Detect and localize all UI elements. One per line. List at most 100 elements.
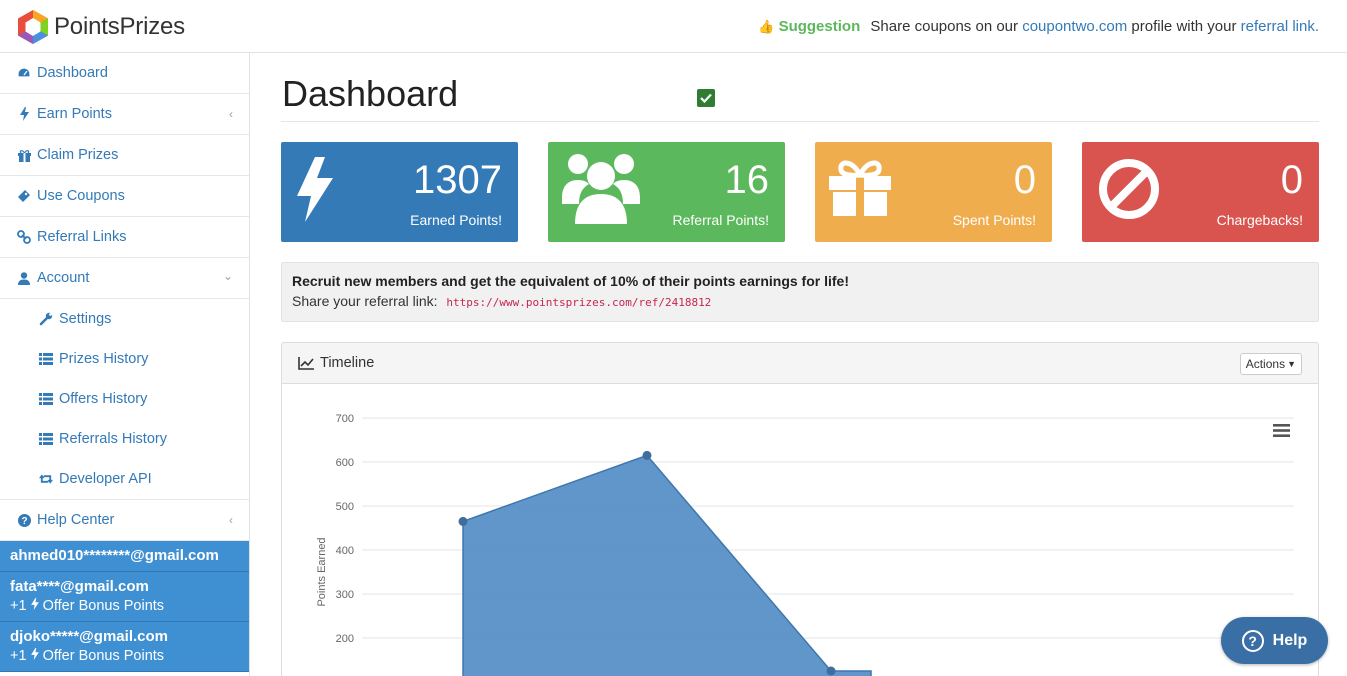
- users-icon: [562, 152, 640, 229]
- chart-menu-icon[interactable]: [1273, 424, 1290, 437]
- logo-hexagon-icon: [18, 10, 48, 44]
- sidebar-item-help-center[interactable]: ? Help Center ‹: [0, 500, 249, 541]
- stat-chargebacks[interactable]: 0 Chargebacks!: [1082, 142, 1319, 242]
- sidebar-item-claim-prizes[interactable]: Claim Prizes: [0, 135, 249, 176]
- sidebar-item-label: Claim Prizes: [37, 147, 119, 163]
- thumbs-up-icon: 👍: [758, 19, 775, 34]
- main-content: Dashboard 1307 Earned Points! 16 Referra…: [251, 53, 1347, 676]
- account-submenu: Settings Prizes History Offers History R…: [0, 299, 249, 500]
- referral-link-code[interactable]: https://www.pointsprizes.com/ref/2418812: [446, 296, 711, 309]
- stat-value: 0: [1280, 158, 1303, 202]
- actions-label: Actions: [1245, 357, 1286, 371]
- sidebar-item-referrals-history[interactable]: Referrals History: [0, 419, 249, 459]
- question-circle-icon: ?: [17, 513, 31, 527]
- wrench-icon: [39, 312, 53, 326]
- gift-icon: [829, 158, 891, 221]
- sidebar-item-use-coupons[interactable]: Use Coupons: [0, 176, 249, 217]
- page-title: Dashboard: [282, 73, 459, 114]
- list-icon: [39, 392, 53, 406]
- stat-label: Referral Points!: [672, 212, 769, 228]
- activity-detail: +1 Offer Bonus Points: [10, 598, 239, 614]
- activity-text: Offer Bonus Points: [42, 598, 165, 614]
- gift-icon: [17, 148, 31, 162]
- timeline-chart-svg: 200 300 400 500 600 700 Points Earned: [316, 413, 1294, 676]
- actions-dropdown[interactable]: Actions ▼: [1239, 353, 1302, 375]
- timeline-chart: 200 300 400 500 600 700 Points Earned: [282, 384, 1318, 676]
- link-icon: [17, 230, 31, 244]
- activity-points: +1: [10, 598, 27, 614]
- chevron-left-icon: ‹: [229, 107, 233, 121]
- recent-activity-feed: ahmed010********@gmail.com fata****@gmai…: [0, 541, 249, 672]
- sidebar-subitem-label: Referrals History: [59, 431, 167, 447]
- bolt-icon: [30, 648, 39, 664]
- data-point: [642, 450, 652, 460]
- data-point: [826, 666, 836, 676]
- activity-item: fata****@gmail.com +1 Offer Bonus Points: [0, 572, 249, 622]
- activity-points: +1: [10, 648, 27, 664]
- chevron-left-icon: ‹: [229, 513, 233, 527]
- sidebar-subitem-label: Developer API: [59, 471, 152, 487]
- sidebar-subitem-label: Offers History: [59, 391, 148, 407]
- bolt-icon: [295, 156, 335, 229]
- suggestion-bar: 👍 Suggestion Share coupons on our coupon…: [758, 18, 1319, 35]
- sidebar-item-settings[interactable]: Settings: [0, 299, 249, 339]
- sidebar-item-label: Dashboard: [37, 65, 108, 81]
- y-tick-label: 400: [336, 545, 354, 557]
- stat-spent-points[interactable]: 0 Spent Points!: [815, 142, 1052, 242]
- ban-icon: [1098, 158, 1160, 225]
- help-button[interactable]: ? Help: [1221, 617, 1328, 664]
- sidebar-item-account[interactable]: Account ⌄: [0, 258, 249, 299]
- series-area: [462, 454, 872, 676]
- stat-value: 0: [1013, 158, 1036, 202]
- activity-email: fata****@gmail.com: [10, 578, 149, 595]
- sidebar-item-label: Referral Links: [37, 229, 127, 245]
- ticket-icon: [17, 189, 31, 203]
- chevron-down-icon: ⌄: [222, 269, 233, 283]
- stat-referral-points[interactable]: 16 Referral Points!: [548, 142, 785, 242]
- referral-link[interactable]: referral link.: [1241, 18, 1319, 35]
- y-tick-label: 600: [336, 457, 354, 469]
- suggestion-label: Suggestion: [778, 18, 861, 35]
- activity-email: ahmed010********@gmail.com: [10, 547, 219, 564]
- sidebar-subitem-label: Prizes History: [59, 351, 149, 367]
- stat-earned-points[interactable]: 1307 Earned Points!: [281, 142, 518, 242]
- list-icon: [39, 352, 53, 366]
- y-axis-label: Points Earned: [316, 537, 328, 606]
- suggestion-text: Share coupons on our: [870, 18, 1019, 35]
- sidebar-subitem-label: Settings: [59, 311, 112, 327]
- bolt-icon: [17, 107, 31, 121]
- list-icon: [39, 432, 53, 446]
- sidebar-item-earn-points[interactable]: Earn Points ‹: [0, 94, 249, 135]
- bolt-icon: [30, 598, 39, 614]
- referral-share-line: Share your referral link: https://www.po…: [292, 293, 1308, 309]
- line-chart-icon: [298, 356, 314, 370]
- sidebar-item-label: Help Center: [37, 512, 115, 528]
- user-icon: [17, 271, 31, 285]
- sidebar-item-referral-links[interactable]: Referral Links: [0, 217, 249, 258]
- title-divider: [281, 121, 1319, 122]
- top-bar: PointsPrizes 👍 Suggestion Share coupons …: [0, 0, 1347, 53]
- sidebar-item-developer-api[interactable]: Developer API: [0, 459, 249, 499]
- y-tick-label: 200: [336, 633, 354, 645]
- referral-prompt: Share your referral link:: [292, 293, 438, 309]
- caret-down-icon: ▼: [1287, 359, 1296, 369]
- referral-info-box: Recruit new members and get the equivale…: [281, 262, 1319, 322]
- y-tick-label: 500: [336, 501, 354, 513]
- sidebar-item-dashboard[interactable]: Dashboard: [0, 53, 249, 94]
- activity-item: ahmed010********@gmail.com: [0, 541, 249, 572]
- stat-label: Spent Points!: [952, 212, 1036, 228]
- sidebar-item-prizes-history[interactable]: Prizes History: [0, 339, 249, 379]
- sidebar: Dashboard Earn Points ‹ Claim Prizes Use…: [0, 53, 250, 676]
- coupontwo-link[interactable]: coupontwo.com: [1022, 18, 1127, 35]
- stat-value: 16: [724, 158, 770, 202]
- stat-label: Earned Points!: [410, 212, 502, 228]
- logo[interactable]: PointsPrizes: [16, 9, 185, 45]
- y-tick-label: 300: [336, 589, 354, 601]
- sidebar-item-offers-history[interactable]: Offers History: [0, 379, 249, 419]
- activity-detail: +1 Offer Bonus Points: [10, 648, 239, 664]
- sidebar-item-label: Earn Points: [37, 106, 112, 122]
- sidebar-item-label: Use Coupons: [37, 188, 125, 204]
- activity-email: djoko*****@gmail.com: [10, 628, 168, 645]
- svg-text:?: ?: [21, 516, 27, 527]
- check-square-icon[interactable]: [697, 89, 715, 107]
